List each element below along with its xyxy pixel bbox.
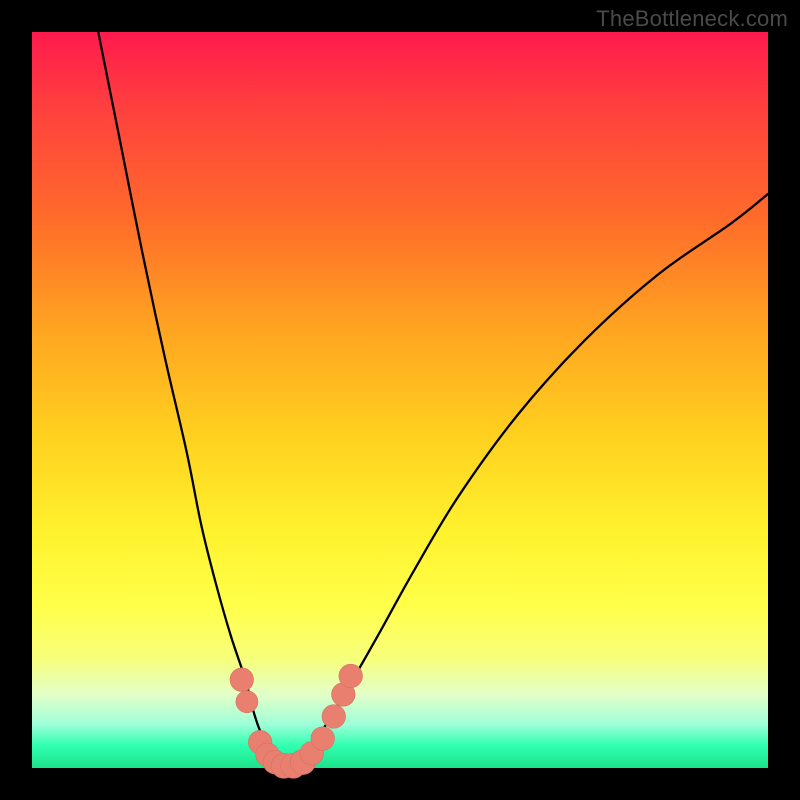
curve-markers	[230, 664, 362, 778]
curve-marker	[339, 664, 363, 688]
chart-plot-area	[32, 32, 768, 768]
curve-marker	[311, 727, 335, 751]
watermark-text: TheBottleneck.com	[596, 6, 788, 32]
chart-outer-frame: TheBottleneck.com	[0, 0, 800, 800]
curve-marker	[322, 705, 346, 729]
curve-left-branch	[98, 32, 282, 768]
bottleneck-curve	[32, 32, 768, 768]
curve-marker	[236, 691, 258, 713]
curve-marker	[230, 668, 254, 692]
